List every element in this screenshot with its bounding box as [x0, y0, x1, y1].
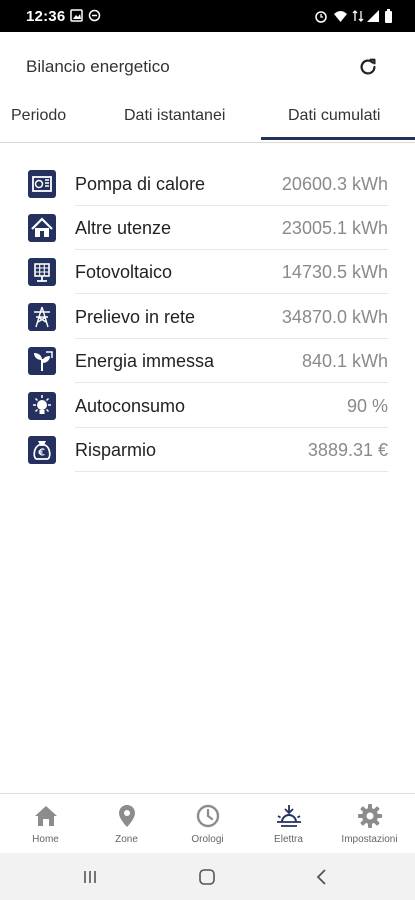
list-item-risparmio: Risparmio 3889.31 € — [26, 428, 388, 472]
row-label: Altre utenze — [75, 218, 172, 238]
recent-apps-icon[interactable] — [82, 869, 98, 885]
app-bar: Bilancio energetico — [0, 32, 415, 91]
row-label: Fotovoltaico — [75, 262, 173, 282]
list-item-fotovoltaico: Fotovoltaico 14730.5 kWh — [26, 250, 388, 294]
row-label: Prelievo in rete — [75, 307, 196, 327]
nav-label: Elettra — [274, 834, 303, 845]
bottom-navigation: Home Zone Orologi Elettra Impostazioni — [0, 793, 415, 854]
nav-impostazioni[interactable]: Impostazioni — [328, 794, 411, 854]
nav-label: Impostazioni — [341, 834, 398, 845]
gallery-icon — [70, 9, 83, 22]
divider — [75, 293, 388, 294]
location-pin-icon — [119, 805, 135, 827]
list-item-autoconsumo: Autoconsumo 90 % — [26, 384, 388, 428]
active-tab-indicator — [261, 137, 415, 140]
divider — [75, 382, 388, 383]
tab-periodo[interactable]: Periodo — [11, 107, 66, 125]
gear-icon — [358, 804, 382, 828]
row-value: 23005.1 kWh — [281, 218, 388, 238]
nav-elettra[interactable]: Elettra — [247, 794, 330, 854]
nav-label: Orologi — [191, 834, 224, 845]
signal-icon — [367, 10, 379, 22]
house-icon — [28, 214, 56, 242]
solar-panel-icon — [28, 258, 56, 286]
list-item-pompa-di-calore: Pompa di calore 20600.3 kWh — [26, 162, 388, 206]
list-item-prelievo-in-rete: Prelievo in rete 34870.0 kWh — [26, 295, 388, 339]
back-icon[interactable] — [314, 868, 330, 886]
tab-dati-cumulati[interactable]: Dati cumulati — [288, 107, 380, 125]
divider — [75, 471, 388, 472]
status-bar: 12:36 — [0, 0, 415, 32]
row-value: 840.1 kWh — [301, 351, 388, 371]
nav-label: Zone — [115, 834, 138, 845]
sync-icon — [88, 9, 101, 22]
nav-zone[interactable]: Zone — [85, 794, 168, 854]
battery-icon — [385, 9, 392, 23]
home-icon — [35, 806, 57, 826]
tab-bar: Periodo Dati istantanei Dati cumulati — [0, 90, 415, 143]
list-item-altre-utenze: Altre utenze 23005.1 kWh — [26, 206, 388, 250]
clock-icon — [196, 804, 220, 828]
row-label: Pompa di calore — [75, 174, 206, 194]
energy-summary-list: Pompa di calore 20600.3 kWh Altre utenze… — [0, 143, 415, 793]
tab-dati-istantanei[interactable]: Dati istantanei — [124, 107, 225, 125]
row-value: 3889.31 € — [307, 440, 388, 460]
home-system-icon[interactable] — [198, 868, 216, 886]
row-label: Energia immessa — [75, 351, 215, 371]
nav-orologi[interactable]: Orologi — [166, 794, 249, 854]
money-bag-icon — [28, 436, 56, 464]
row-value: 20600.3 kWh — [281, 174, 388, 194]
page-title: Bilancio energetico — [26, 57, 170, 76]
nav-label: Home — [32, 834, 59, 845]
row-value: 14730.5 kWh — [281, 262, 388, 282]
row-value: 90 % — [346, 396, 388, 416]
status-time: 12:36 — [26, 8, 66, 25]
nav-home[interactable]: Home — [4, 794, 87, 854]
row-label: Risparmio — [75, 440, 157, 460]
wifi-icon — [334, 11, 347, 22]
lightbulb-icon — [28, 392, 56, 420]
power-pylon-icon — [28, 303, 56, 331]
heat-pump-icon — [28, 170, 56, 198]
energy-export-icon — [28, 347, 56, 375]
data-icon — [352, 10, 364, 22]
sunrise-icon — [277, 805, 301, 827]
alarm-icon — [315, 11, 327, 23]
list-item-energia-immessa: Energia immessa 840.1 kWh — [26, 339, 388, 383]
row-value: 34870.0 kWh — [281, 307, 388, 327]
row-label: Autoconsumo — [75, 396, 186, 416]
system-navigation-bar — [0, 853, 415, 900]
refresh-icon[interactable] — [357, 56, 379, 78]
